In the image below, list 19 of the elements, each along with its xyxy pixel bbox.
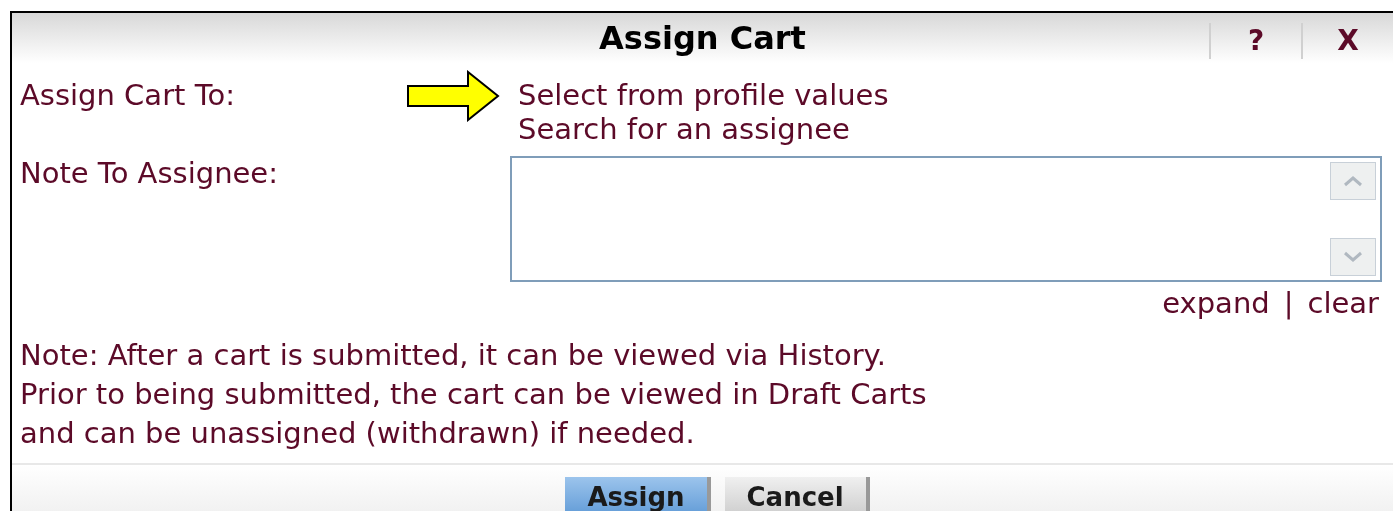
dialog-title: Assign Cart (599, 18, 806, 59)
option-link[interactable]: Search for an assignee (518, 112, 889, 146)
note-textarea[interactable] (510, 156, 1382, 282)
assign-to-label: Assign Cart To: (20, 78, 236, 112)
scroll-up-button[interactable] (1330, 162, 1376, 200)
scroll-down-button[interactable] (1330, 238, 1376, 276)
chevron-up-icon (1343, 175, 1363, 187)
option-link[interactable]: Select from profile values (518, 78, 889, 112)
chevron-down-icon (1343, 251, 1363, 263)
arrow-icon (406, 70, 500, 122)
close-button[interactable]: X (1301, 23, 1393, 59)
expand-link[interactable]: expand (1162, 286, 1270, 320)
note-to-assignee-label: Note To Assignee: (20, 156, 279, 190)
clear-link[interactable]: clear (1307, 286, 1379, 320)
assign-button[interactable]: Assign (565, 477, 711, 511)
cancel-button[interactable]: Cancel (724, 477, 870, 511)
note-text: Note: After a cart is submitted, it can be viewed via History. Prior to being submitted, the cart can be viewed in Draft Carts and can be unassigned (withdrawn) if needed. (20, 337, 928, 452)
link-separator: | (1283, 286, 1294, 320)
help-button[interactable]: ? (1209, 23, 1301, 59)
